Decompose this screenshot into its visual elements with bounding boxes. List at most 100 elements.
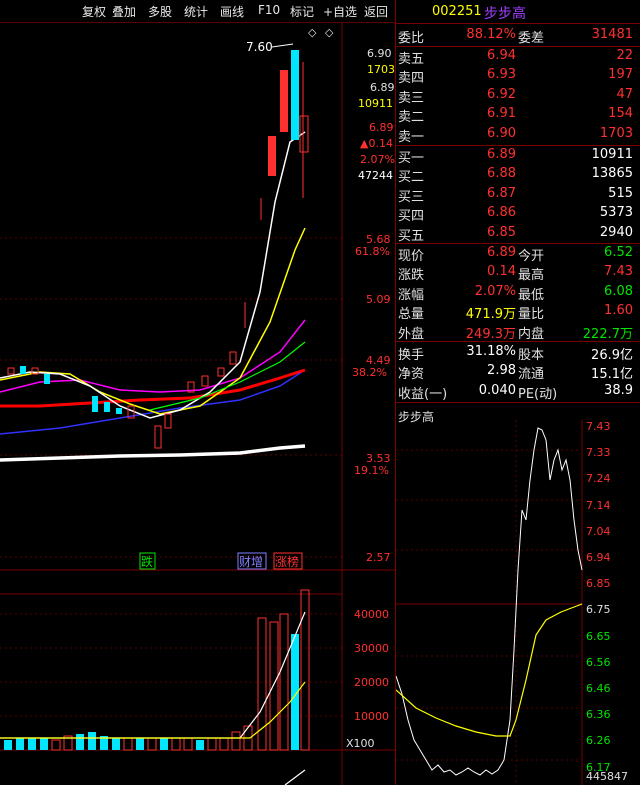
- mini-axis-label: 6.56: [586, 655, 611, 669]
- tag-zhangbang: 涨榜: [275, 554, 299, 569]
- order-label: 卖三: [398, 90, 425, 106]
- f10-button[interactable]: F10: [258, 3, 280, 17]
- quote-label: 最高: [518, 268, 545, 284]
- mini-axis-label: 7.33: [586, 446, 611, 460]
- divider: [396, 46, 640, 47]
- mini-axis-label: 6.26: [586, 734, 611, 748]
- order-label: 卖二: [398, 110, 425, 126]
- order-label: 买二: [398, 170, 425, 186]
- mini-chart-bottom-value: 445847: [586, 770, 628, 783]
- stock-code: 002251: [432, 4, 482, 19]
- mini-axis-label: 6.85: [586, 577, 611, 591]
- toolbar: 复权 叠加 多股 统计 画线 F10 标记 +自选 返回: [0, 0, 395, 23]
- order-label: 买三: [398, 189, 425, 205]
- price-line: [396, 427, 583, 776]
- back-button[interactable]: 返回: [364, 3, 388, 20]
- mini-axis-label: 7.24: [586, 472, 611, 486]
- order-volume: 2940: [599, 224, 633, 240]
- stat-label: PE(动): [518, 386, 558, 402]
- quote-row: 涨跌 0.14 最高 7.43: [396, 264, 640, 284]
- volume-label-1: 30000: [354, 642, 389, 655]
- info-label-6: 38.2%: [352, 366, 387, 379]
- diamond-icon: ◇: [308, 26, 317, 39]
- order-price: 6.89: [487, 147, 516, 162]
- stock-header: 002251 步步高: [396, 2, 640, 22]
- order-volume: 47: [616, 86, 633, 102]
- stat-label: 换手: [398, 348, 425, 363]
- add-watchlist-button[interactable]: +自选: [323, 3, 357, 20]
- volume-ma-yellow: [0, 681, 306, 739]
- buy-row: 买三 6.87 515: [396, 185, 640, 205]
- weibi-label: 委比: [398, 31, 425, 46]
- order-label: 卖四: [398, 71, 425, 87]
- order-label: 买五: [398, 228, 425, 244]
- divider: [396, 23, 640, 24]
- buy-row: 买二 6.88 13865: [396, 166, 640, 186]
- diejia-button[interactable]: 叠加: [112, 3, 136, 20]
- mini-axis-label: 7.43: [586, 420, 611, 433]
- order-label: 卖一: [398, 129, 425, 145]
- tongji-button[interactable]: 统计: [184, 3, 208, 20]
- quote-label: 总量: [398, 307, 425, 323]
- order-price: 6.91: [487, 106, 516, 122]
- main-kline-chart[interactable]: 7.60 跌 财增 涨榜 6.90 1703 6.89 10911 6.89 ▲…: [0, 22, 395, 785]
- quote-value: 0.14: [487, 264, 516, 280]
- order-volume: 5373: [599, 205, 633, 221]
- price-label-2: 6.89: [369, 121, 394, 134]
- stock-name: 步步高: [484, 6, 526, 22]
- order-price: 6.93: [487, 67, 516, 83]
- quote-value: 249.3万: [465, 326, 516, 342]
- stat-label: 股本: [518, 348, 545, 363]
- biaoji-button[interactable]: 标记: [290, 3, 314, 20]
- fuquan-button[interactable]: 复权: [82, 3, 106, 20]
- quote-label: 涨幅: [398, 287, 425, 303]
- divider: [396, 145, 640, 146]
- huaxian-button[interactable]: 画线: [220, 3, 244, 20]
- quote-row: 涨幅 2.07% 最低 6.08: [396, 283, 640, 303]
- order-price: 6.94: [487, 48, 516, 63]
- quote-label: 内盘: [518, 326, 545, 342]
- volume-label-2: 20000: [354, 676, 389, 689]
- sell-row: 卖一 6.90 1703: [396, 126, 640, 145]
- divider: [396, 341, 640, 342]
- volume-unit: X100: [346, 737, 375, 750]
- order-volume: 10911: [591, 147, 633, 162]
- stat-row: 收益(一) 0.040 PE(动) 38.9: [396, 382, 640, 402]
- stat-row: 净资 2.98 流通 15.1亿: [396, 363, 640, 383]
- sell-row: 卖四 6.93 197: [396, 67, 640, 87]
- sell-row: 卖二 6.91 154: [396, 106, 640, 126]
- quote-value: 6.52: [604, 245, 633, 260]
- order-volume: 13865: [591, 166, 633, 182]
- sell-row: 卖三 6.92 47: [396, 86, 640, 106]
- price-label-7: 2.57: [366, 551, 391, 564]
- quote-label: 今开: [518, 249, 545, 264]
- buy-row: 买一 6.89 10911: [396, 147, 640, 166]
- mini-axis-label: 6.94: [586, 551, 611, 564]
- price-label-4: 5.09: [366, 293, 391, 306]
- quote-value: 471.9万: [465, 307, 516, 323]
- quote-label: 外盘: [398, 326, 425, 342]
- volume-label-0: 40000: [354, 608, 389, 621]
- mini-axis-label: 6.75: [586, 603, 611, 617]
- order-label: 买四: [398, 209, 425, 225]
- mini-axis-label: 6.46: [586, 682, 611, 695]
- quote-value: 1.60: [604, 303, 633, 319]
- ma10-line: [0, 227, 306, 415]
- quote-label: 现价: [398, 249, 425, 264]
- quote-label: 量比: [518, 307, 545, 323]
- mini-axis-label: 7.14: [586, 498, 611, 512]
- diamond-icon-2: ◇: [325, 26, 334, 39]
- divider: [396, 402, 640, 403]
- weicha-value: 31481: [591, 27, 633, 42]
- order-volume: 515: [608, 185, 633, 201]
- stat-value: 0.040: [478, 382, 516, 398]
- order-volume: 197: [608, 67, 633, 83]
- order-price: 6.86: [487, 205, 516, 221]
- duogu-button[interactable]: 多股: [148, 3, 172, 20]
- order-label: 卖五: [398, 52, 425, 67]
- info-label-5: 61.8%: [355, 245, 390, 258]
- quote-row: 外盘 249.3万 内盘 222.7万: [396, 323, 640, 342]
- stat-label: 净资: [398, 367, 425, 383]
- weibi-value: 88.12%: [466, 27, 516, 42]
- quote-value: 6.08: [604, 283, 633, 299]
